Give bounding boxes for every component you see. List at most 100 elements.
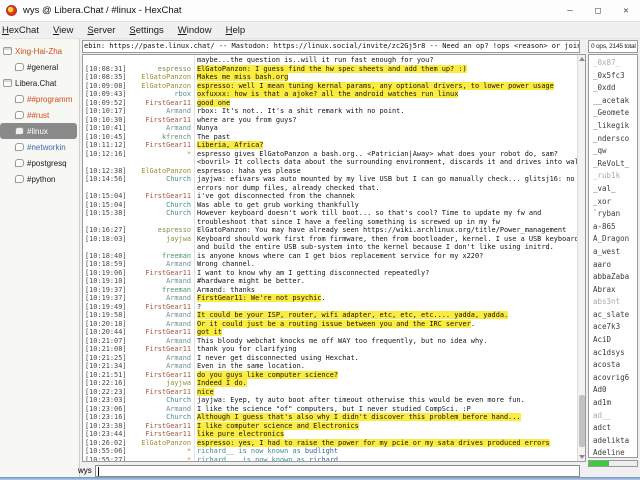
nick-item[interactable]: _qw xyxy=(589,145,637,158)
tree-item-libera-chat[interactable]: Libera.Chat xyxy=(0,75,79,91)
close-button[interactable]: ✕ xyxy=(612,0,640,22)
nick-item[interactable]: adelikta xyxy=(589,435,637,448)
nick-item[interactable]: ac_slate xyxy=(589,309,637,322)
nick-item[interactable]: aaro xyxy=(589,259,637,272)
menu-hexchat[interactable]: HexChat xyxy=(2,25,39,36)
nick[interactable]: FirstGear11 xyxy=(127,430,191,439)
nick[interactable]: rbox xyxy=(127,90,191,99)
tree-item--general[interactable]: #general xyxy=(0,59,79,75)
nick-item[interactable]: a_west xyxy=(589,246,637,259)
nick-link[interactable]: richard_ xyxy=(309,456,342,463)
nick-item[interactable]: `ryban xyxy=(589,208,637,221)
nick[interactable]: FirstGear11 xyxy=(127,99,191,108)
nick-item[interactable]: Abrax xyxy=(589,284,637,297)
menu-view[interactable]: View xyxy=(53,25,73,36)
nick-item[interactable]: _val_ xyxy=(589,183,637,196)
nick[interactable]: Armand xyxy=(127,362,191,371)
nick[interactable]: ElGatoPanzon xyxy=(127,167,191,176)
nick-item[interactable]: abbaZaba xyxy=(589,271,637,284)
nick[interactable]: jayjwa xyxy=(127,235,191,244)
message-input[interactable] xyxy=(95,465,580,477)
nick[interactable]: Church xyxy=(127,396,191,405)
nick-link[interactable]: budlight xyxy=(305,447,338,455)
nick[interactable]: FirstGear11 xyxy=(127,345,191,354)
tree-item--networkin[interactable]: #networkin xyxy=(0,139,79,155)
tree-item-xing-hai-zha[interactable]: Xing-Hai-Zha xyxy=(0,43,79,59)
nick-item[interactable]: acovrig6 xyxy=(589,372,637,385)
nick[interactable]: Church xyxy=(127,201,191,210)
nick-item[interactable]: adct xyxy=(589,422,637,435)
nick-item[interactable]: ad__ xyxy=(589,410,637,423)
nick[interactable]: FirstGear11 xyxy=(127,422,191,431)
menu-settings[interactable]: Settings xyxy=(129,25,163,36)
nick[interactable]: FirstGear11 xyxy=(127,303,191,312)
nick[interactable]: FirstGear11 xyxy=(127,328,191,337)
nick-item[interactable]: AciD xyxy=(589,334,637,347)
nick-item[interactable]: _0x5fc3 xyxy=(589,70,637,83)
nick[interactable]: jayjwa xyxy=(127,379,191,388)
nick-list[interactable]: _0x87__0x5fc3_0xdd__acetak_Geomete_likeg… xyxy=(588,54,638,458)
nick[interactable]: FirstGear11 xyxy=(127,116,191,125)
nick-item[interactable]: _xor xyxy=(589,196,637,209)
nick[interactable]: Armand xyxy=(127,277,191,286)
chat-text-area[interactable]: maybe...the question is..will it run fas… xyxy=(82,54,586,462)
nick[interactable]: FirstGear11 xyxy=(127,269,191,278)
nick-item[interactable]: _0xdd xyxy=(589,82,637,95)
nick-item[interactable]: _ndersco xyxy=(589,133,637,146)
nick[interactable]: Armand xyxy=(127,311,191,320)
nick-item[interactable]: _0x87_ xyxy=(589,57,637,70)
nick[interactable]: Armand xyxy=(127,405,191,414)
tree-item--postgresq[interactable]: #postgresq xyxy=(0,155,79,171)
tree-item--programm[interactable]: ##programm xyxy=(0,91,79,107)
nick[interactable]: Armand xyxy=(127,320,191,329)
nick[interactable]: Church xyxy=(127,413,191,422)
topic-input[interactable]: ebin: https://paste.linux.chat/ -- Masto… xyxy=(82,40,580,53)
nick[interactable]: espresso xyxy=(127,226,191,235)
nick[interactable]: ElGatoPanzon xyxy=(127,82,191,91)
nick-item[interactable]: A_Dragon xyxy=(589,233,637,246)
nick[interactable]: ElGatoPanzon xyxy=(127,439,191,448)
tree-item--python[interactable]: #python xyxy=(0,171,79,187)
nick-item[interactable]: _likegik xyxy=(589,120,637,133)
maximize-button[interactable]: □ xyxy=(584,0,612,22)
nick-item[interactable]: Ad0 xyxy=(589,384,637,397)
chat-scrollbar[interactable] xyxy=(577,55,585,461)
scroll-up-arrow-icon[interactable] xyxy=(579,57,585,61)
menu-help[interactable]: Help xyxy=(226,25,246,36)
nick[interactable]: Armand xyxy=(127,354,191,363)
menu-server[interactable]: Server xyxy=(87,25,115,36)
nick-item[interactable]: acosta xyxy=(589,359,637,372)
nick[interactable]: Church xyxy=(127,175,191,184)
nick[interactable]: FirstGear11 xyxy=(127,141,191,150)
nick-item[interactable]: ac1dsys xyxy=(589,347,637,360)
nick[interactable]: FirstGear11 xyxy=(127,371,191,380)
own-nick-label[interactable]: wys xyxy=(78,465,92,477)
tree-item--linux[interactable]: #linux xyxy=(0,123,77,139)
nick[interactable]: freeman xyxy=(127,286,191,295)
nick-item[interactable]: a-865 xyxy=(589,221,637,234)
nick[interactable]: Church xyxy=(127,209,191,218)
menu-window[interactable]: Window xyxy=(178,25,212,36)
scroll-down-arrow-icon[interactable] xyxy=(579,455,585,459)
nick[interactable]: kfrench xyxy=(127,133,191,142)
nick-item[interactable]: _Geomete xyxy=(589,107,637,120)
tree-item--rust[interactable]: ##rust xyxy=(0,107,79,123)
nick-item[interactable]: _ReVoLt_ xyxy=(589,158,637,171)
nick-item[interactable]: Adeline xyxy=(589,447,637,458)
nick[interactable]: Armand xyxy=(127,337,191,346)
nick[interactable]: FirstGear11 xyxy=(127,388,191,397)
nick[interactable]: FirstGear11 xyxy=(127,192,191,201)
nick[interactable]: ElGatoPanzon xyxy=(127,73,191,82)
nick[interactable]: espresso xyxy=(127,65,191,74)
minimize-button[interactable]: — xyxy=(556,0,584,22)
nick[interactable]: Armand xyxy=(127,294,191,303)
nick[interactable]: freeman xyxy=(127,252,191,261)
nick-item[interactable]: ace7k3 xyxy=(589,321,637,334)
nick-item[interactable]: abs3nt xyxy=(589,296,637,309)
nick-item[interactable]: _rub1k xyxy=(589,170,637,183)
scrollbar-thumb[interactable] xyxy=(579,395,585,447)
nick-item[interactable]: __acetak xyxy=(589,95,637,108)
nick[interactable]: Armand xyxy=(127,124,191,133)
nick[interactable]: Armand xyxy=(127,260,191,269)
nick[interactable]: Armand xyxy=(127,107,191,116)
